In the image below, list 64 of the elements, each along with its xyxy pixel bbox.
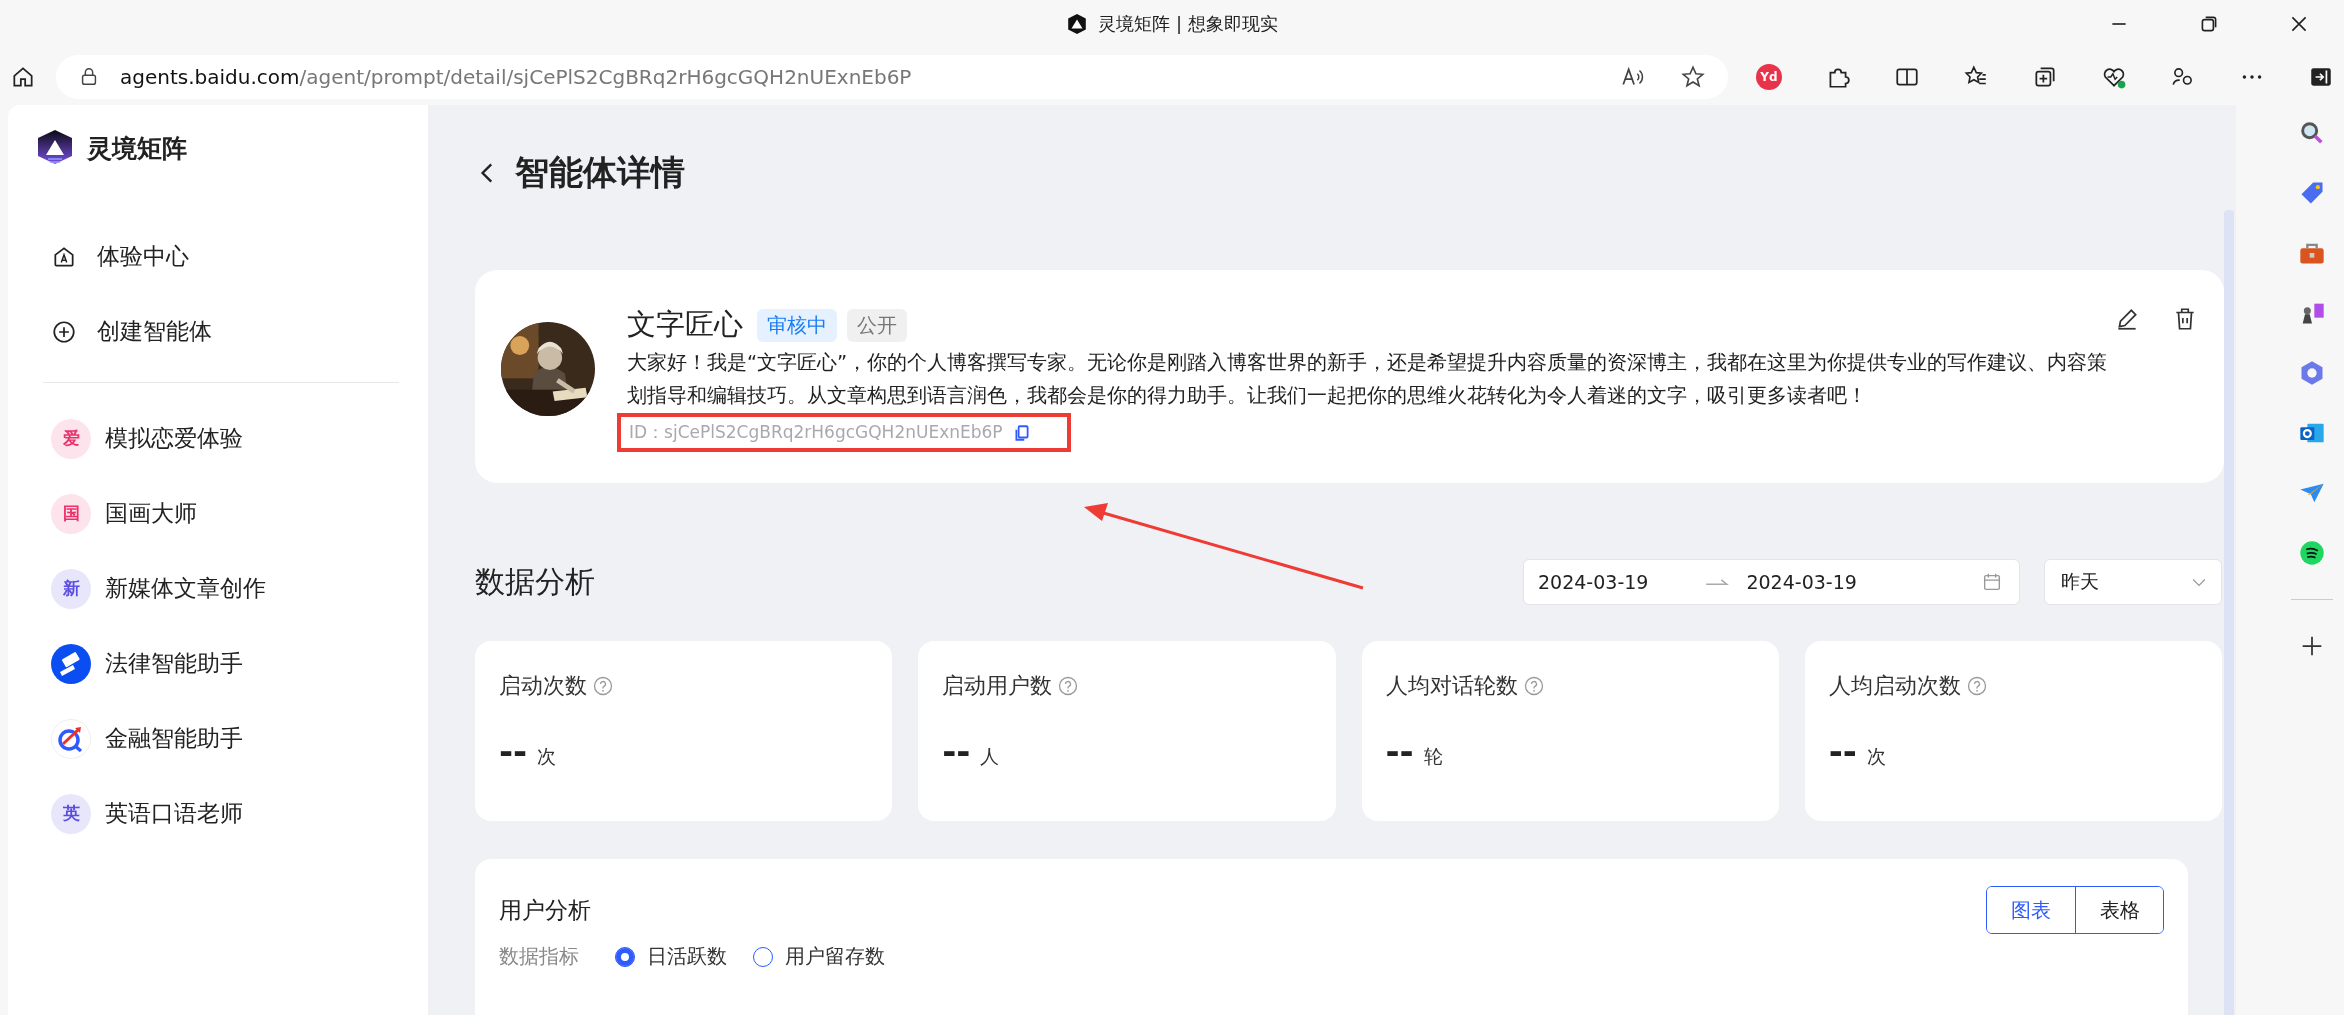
agent-description: 大家好！我是“文字匠心”，你的个人博客撰写专家。无论你是刚踏入博客世界的新手，还是希望提升内容质量的资深博主，我都在这里为你提供专业的写作建议、内容策划指导和编辑技巧。从文章构思到语言润色，我都会是你的得力助手。让我们一起把你的思维火花转化为令人着迷的文字，吸引更多读者吧！: [627, 350, 2109, 409]
agent-id: ID：sjCePlS2CgBRq2rH6gcGQH2nUExnEb6P: [629, 421, 1003, 444]
visibility-tag: 公开: [847, 308, 907, 342]
agent-name: 英语口语老师: [105, 799, 243, 828]
agent-item[interactable]: 法律智能助手: [35, 626, 412, 701]
section-title: 数据分析: [475, 562, 595, 601]
nav-item[interactable]: 体验中心: [35, 219, 412, 294]
indicator-radio[interactable]: 用户留存数: [753, 943, 885, 970]
url-path: /agent/prompt/detail/sjCePlS2CgBRq2rH6gcGQH2nUExnEb6P: [299, 64, 912, 89]
agent-avatar: 英: [51, 793, 91, 834]
range-select[interactable]: 昨天: [2044, 559, 2222, 605]
metric-unit: 轮: [1423, 744, 1443, 769]
status-tag: 审核中: [757, 308, 837, 342]
range-value: 昨天: [2061, 569, 2099, 594]
logo-icon: [1066, 13, 1089, 35]
metric-unit: 次: [537, 744, 557, 769]
help-icon[interactable]: [593, 676, 613, 696]
music-icon[interactable]: [2298, 539, 2326, 567]
agent-name: 模拟恋爱体验: [105, 424, 243, 453]
star-icon[interactable]: [1680, 63, 1706, 90]
extension-badge[interactable]: Yd: [1756, 63, 1782, 90]
help-icon[interactable]: [1058, 676, 1079, 696]
metric-unit: 次: [1867, 744, 1886, 769]
date-range-picker[interactable]: 2024-03-19 2024-03-19: [1523, 559, 2020, 605]
address-bar[interactable]: agents.baidu.com/agent/prompt/detail/sjCePlS2CgBRq2rH6gcGQH2nUExnEb6P: [56, 54, 1728, 99]
indicator-label: 数据指标: [499, 943, 579, 970]
agent-avatar: 国: [51, 493, 91, 534]
calendar-icon: [1981, 571, 2003, 593]
metric-label: 启动用户数: [942, 672, 1053, 700]
section-title: 用户分析: [499, 895, 591, 925]
agent-avatar: 新: [51, 568, 91, 609]
metric-label: 启动次数: [499, 672, 587, 700]
scrollbar[interactable]: [2224, 210, 2234, 1015]
agent-name: 法律智能助手: [105, 649, 243, 678]
metric-label: 人均对话轮数: [1385, 672, 1518, 700]
agent-item[interactable]: 英 英语口语老师: [35, 776, 412, 851]
end-date: 2024-03-19: [1746, 571, 1857, 593]
plus-circle-icon: [51, 318, 77, 345]
metric-value: --: [499, 731, 528, 771]
url-host: agents.baidu.com: [120, 64, 300, 89]
view-toggle[interactable]: 表格: [2075, 887, 2163, 933]
agent-name: 新媒体文章创作: [105, 574, 266, 603]
metric-value: --: [1828, 731, 1857, 771]
metric-value: --: [942, 731, 971, 771]
agent-name: 文字匠心: [627, 306, 743, 343]
window-title: 灵境矩阵 | 想象即现实: [1098, 12, 1278, 36]
agent-item[interactable]: 爱 模拟恋爱体验: [35, 401, 412, 476]
agent-item[interactable]: 新 新媒体文章创作: [35, 551, 412, 626]
agent-name: 金融智能助手: [105, 724, 243, 753]
metric-label: 人均启动次数: [1828, 672, 1961, 700]
nav-item[interactable]: 创建智能体: [35, 294, 412, 369]
metric-value: --: [1385, 731, 1414, 771]
indicator-radio[interactable]: 日活跃数: [615, 943, 727, 970]
agent-avatar: 爱: [51, 418, 91, 459]
agent-name: 国画大师: [105, 499, 197, 528]
help-icon[interactable]: [1523, 676, 1544, 696]
brand-name: 灵境矩阵: [87, 132, 187, 165]
page-title: 智能体详情: [515, 151, 685, 194]
copy-icon[interactable]: [1012, 423, 1031, 442]
help-icon[interactable]: [1966, 676, 1987, 696]
start-date: 2024-03-19: [1538, 571, 1649, 593]
agent-item[interactable]: 国 国画大师: [35, 476, 412, 551]
metric-unit: 人: [980, 744, 1000, 769]
agent-item[interactable]: 金融智能助手: [35, 701, 412, 776]
